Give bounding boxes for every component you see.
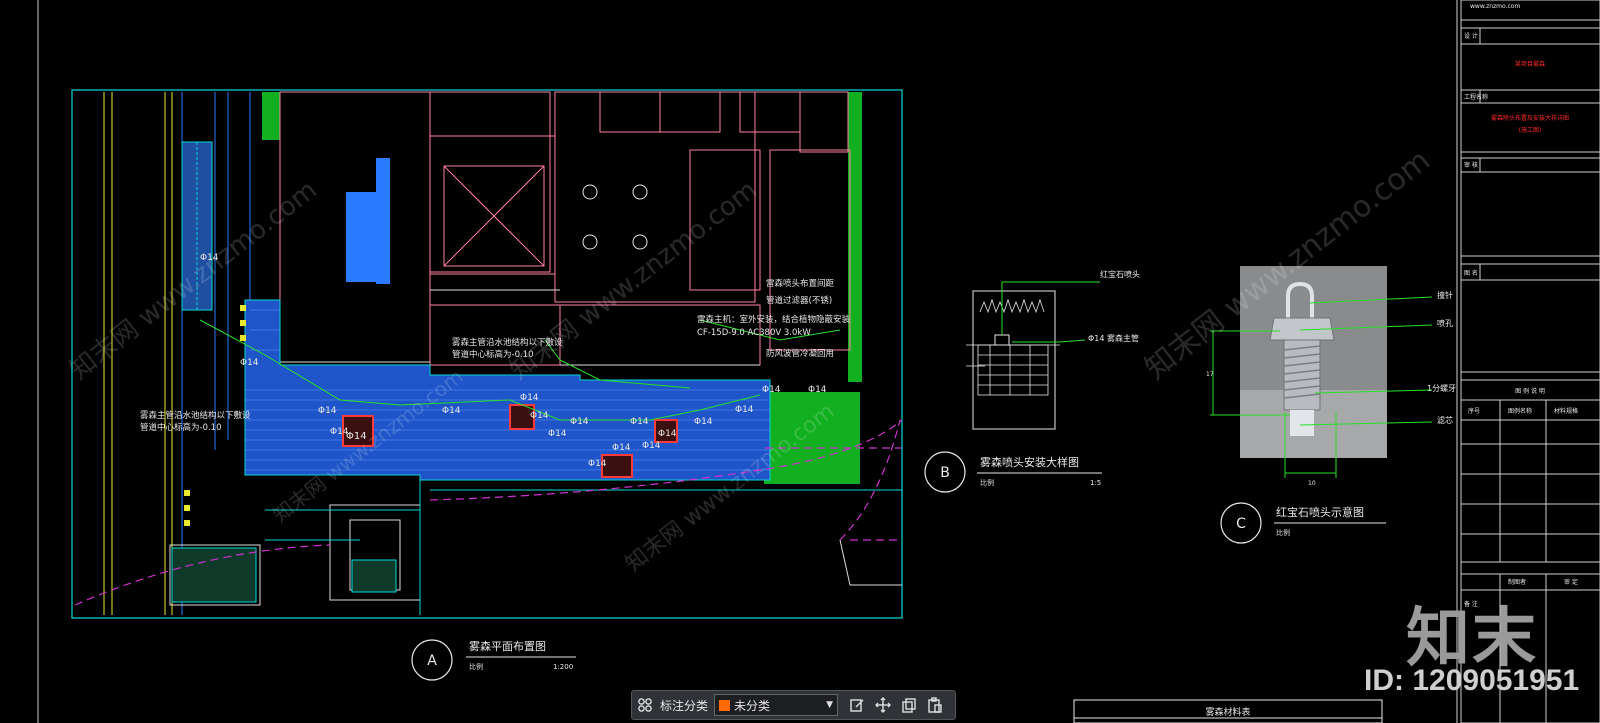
pipe-tag: Φ14 — [548, 429, 567, 439]
detail-c-drawing: 撞针 喷孔 1分螺牙 滤芯 17 10 C 红宝石喷头示意图 比例 — [1206, 266, 1456, 544]
detail-a-scale-label: 比例 — [469, 662, 483, 671]
detail-b-label: B — [940, 465, 950, 481]
detail-b-callout-2: Φ14 雾森主管 — [1088, 333, 1139, 343]
detail-b-scale-label: 比例 — [980, 478, 994, 487]
edit-icon[interactable] — [844, 692, 870, 718]
detail-b-scale: 1:5 — [1090, 479, 1101, 487]
tb-legend-title: 图 例 说 明 — [1515, 387, 1545, 395]
note-host-spec: CF-15D-9.0 AC380V 3.0kW — [697, 328, 811, 338]
material-table-title: 雾森材料表 — [1205, 706, 1250, 718]
pipe-tag: Φ14 — [612, 443, 631, 453]
tb-row-name: 图 名 — [1464, 269, 1478, 277]
tb-project-red: 某项目雾森 — [1515, 60, 1545, 68]
tb-legend-col-3: 材料规格 — [1554, 407, 1578, 415]
pipe-tag-main: Φ14 — [346, 431, 367, 442]
category-select-value: 未分类 — [734, 698, 771, 713]
pipe-tag: Φ14 — [588, 459, 607, 469]
category-label: 标注分类 — [660, 698, 709, 713]
pipe-tag: Φ14 — [658, 429, 677, 439]
detail-c-name: 红宝石喷头示意图 — [1276, 505, 1364, 519]
detail-b-callout-1: 红宝石喷头 — [1100, 269, 1140, 279]
detail-c-callout-2: 喷孔 — [1437, 318, 1453, 328]
detail-c-callout-1: 撞针 — [1437, 290, 1453, 300]
detail-c-label: C — [1236, 516, 1246, 532]
detail-b-name: 雾森喷头安装大样图 — [980, 455, 1079, 469]
note-pipe-1: 雾森主管沿水池结构以下敷设 — [452, 337, 563, 348]
category-grid-icon[interactable] — [632, 692, 658, 718]
tb-row-design: 设 计 — [1464, 32, 1478, 40]
pipe-tag: Φ14 — [530, 411, 549, 421]
note-spacing: 雷森喷头布置间距 — [766, 278, 835, 289]
pipe-tag: Φ14 — [442, 406, 461, 416]
detail-c-dim-w: 10 — [1308, 480, 1316, 487]
detail-c-callout-3: 1分螺牙 — [1427, 383, 1456, 393]
category-color-swatch — [719, 699, 731, 711]
note-pipe-2: 管道中心标高为-0.10 — [452, 349, 534, 360]
copy-icon[interactable] — [896, 692, 922, 718]
annotation-toolbar: 标注分类 未分类 ▼ — [631, 690, 956, 720]
detail-a-title: A 雾森平面布置图 比例 1:200 — [411, 639, 576, 681]
note-reuse: 防风波管冷凝回用 — [766, 348, 834, 359]
tb-legend-col-1: 序号 — [1468, 407, 1480, 415]
title-block-text: www.znzmo.com 设 计 工程名称 审 核 图 名 图 例 说 明 序… — [1464, 3, 1578, 608]
tb-sign-1: 制图者 — [1508, 578, 1526, 586]
pipe-tag: Φ14 — [694, 417, 713, 427]
drawing-id: ID: 1209051951 — [1364, 664, 1580, 697]
tb-project-label: 工程名称 — [1464, 93, 1488, 101]
pipe-tag: Φ14 — [642, 441, 661, 451]
title-block-red-text: 某项目雾森 雾森喷头布置及安装大样详图 (施工图) — [1491, 60, 1569, 134]
note-filter: 管道过滤器(不锈) — [766, 295, 832, 306]
note-host: 雷森主机：室外安装，结合植物隐蔽安装 — [697, 314, 851, 325]
detail-c-dim-h: 17 — [1206, 371, 1214, 378]
pipe-tag: Φ14 — [520, 393, 539, 403]
category-select[interactable]: 未分类 ▼ — [714, 694, 839, 716]
pipe-tag: Φ14 — [735, 405, 754, 415]
detail-a-scale: 1:200 — [553, 663, 573, 671]
move-icon[interactable] — [870, 692, 896, 718]
tb-sign-2: 审 定 — [1564, 578, 1578, 586]
tb-drawing-red-1: 雾森喷头布置及安装大样详图 — [1491, 114, 1569, 122]
cad-drawing-canvas[interactable]: Φ14 Φ14 Φ14 Φ14 Φ14 Φ14 Φ14 Φ14 Φ14 Φ14 … — [0, 0, 1600, 723]
chevron-down-icon: ▼ — [826, 700, 834, 710]
tb-drawing-red-2: (施工图) — [1519, 126, 1542, 134]
pipe-tag: Φ14 — [570, 417, 589, 427]
pipe-tag: Φ14 — [240, 358, 259, 368]
tb-row-review: 审 核 — [1464, 161, 1478, 169]
detail-a-name: 雾森平面布置图 — [469, 639, 546, 653]
material-table: 雾森材料表 — [1073, 699, 1383, 723]
detail-c-callout-4: 滤芯 — [1437, 415, 1453, 425]
detail-a-label: A — [427, 653, 437, 669]
pipe-tag: Φ14 — [630, 417, 649, 427]
pipe-tag: Φ14 — [200, 253, 219, 263]
note-pipe-4: 管道中心标高为-0.10 — [140, 422, 222, 433]
pipe-tag: Φ14 — [808, 385, 827, 395]
pipe-tag: Φ14 — [318, 406, 337, 416]
tb-legend-col-2: 图例名称 — [1508, 407, 1532, 415]
paste-icon[interactable] — [922, 692, 948, 718]
pipe-tag: Φ14 — [762, 385, 781, 395]
tb-top-text: www.znzmo.com — [1470, 3, 1520, 10]
note-pipe-3: 雾森主管沿水池结构以下敷设 — [140, 410, 251, 421]
detail-c-scale-label: 比例 — [1276, 528, 1290, 537]
detail-b-drawing: 红宝石喷头 Φ14 雾森主管 B 雾森喷头安装大样图 比例 1:5 — [924, 269, 1140, 493]
